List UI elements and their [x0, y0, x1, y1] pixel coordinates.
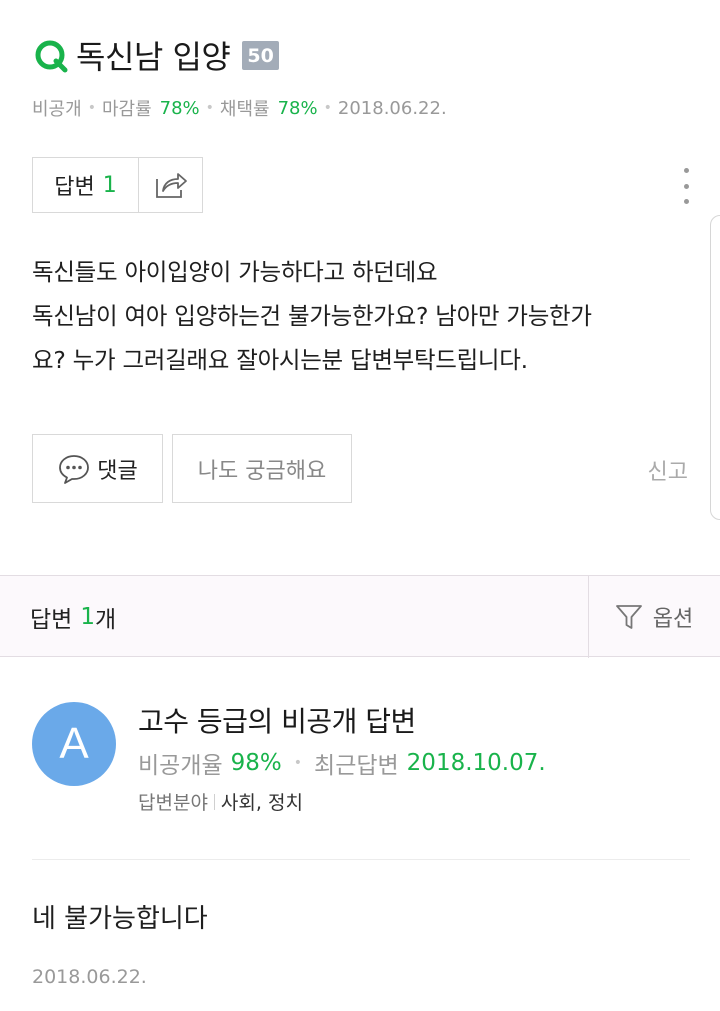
- answers-header-bar: 답변 1 개 옵션: [0, 575, 720, 658]
- close-rate-label: 마감률: [101, 99, 152, 120]
- recent-answer-label: 최근답변: [314, 753, 399, 779]
- comment-icon: [59, 454, 90, 484]
- comment-label: 댓글: [97, 458, 138, 484]
- share-icon: [155, 173, 187, 198]
- answerer-stats: 비공개율 98% • 최근답변 2018.10.07.: [138, 746, 546, 780]
- question-body-line: 독신남이 여아 입양하는건 불가능한가요? 남아만 가능한가: [32, 302, 592, 330]
- answerer-field: 답변분야 사회, 정치: [138, 788, 303, 815]
- option-button[interactable]: 옵션: [588, 576, 720, 658]
- recent-answer-date: 2018.10.07.: [406, 750, 546, 776]
- answers-count: 1: [80, 604, 95, 630]
- meta-separator: •: [205, 100, 214, 116]
- more-icon[interactable]: [682, 168, 690, 204]
- answer-count-button[interactable]: 답변 1: [33, 158, 139, 212]
- share-button[interactable]: [139, 158, 202, 212]
- answer-count-label: 답변: [54, 175, 95, 200]
- question-body-line: 독신들도 아이입양이 가능하다고 하던데요: [32, 258, 438, 286]
- question-meta: 비공개 • 마감률 78% • 채택률 78% • 2018.06.22.: [32, 95, 447, 121]
- divider: [32, 859, 690, 860]
- option-label: 옵션: [652, 607, 694, 632]
- question-title: 독신남 입양: [76, 38, 231, 76]
- question-date: 2018.06.22.: [337, 97, 447, 119]
- adopt-rate-label: 채택률: [219, 99, 270, 120]
- question-header: 독신남 입양 50: [32, 30, 690, 80]
- q-logo-icon: [32, 35, 72, 75]
- private-rate-value: 98%: [230, 750, 282, 776]
- answerer-name[interactable]: 고수 등급의 비공개 답변: [138, 700, 416, 740]
- curious-label: 나도 궁금해요: [197, 458, 327, 484]
- answer-count-box: 답변 1: [32, 157, 203, 213]
- meta-separator: •: [323, 100, 332, 116]
- question-body-line: 요? 누가 그러길래요 잘아시는분 답변부탁드립니다.: [32, 346, 528, 374]
- visibility-label: 비공개: [32, 99, 82, 120]
- scroll-panel-edge: [710, 215, 720, 520]
- avatar: A: [32, 702, 116, 786]
- answers-label: 답변: [30, 607, 73, 633]
- answers-suffix: 개: [94, 607, 117, 633]
- report-link[interactable]: 신고: [648, 454, 688, 486]
- answer-date: 2018.06.22.: [32, 966, 147, 988]
- answer-count-number: 1: [102, 172, 117, 198]
- answers-count-heading: 답변 1 개: [30, 576, 116, 658]
- close-rate-value: 78%: [159, 97, 200, 119]
- points-badge: 50: [242, 40, 279, 70]
- stats-separator: •: [293, 755, 303, 771]
- adopt-rate-value: 78%: [277, 97, 318, 119]
- comment-button[interactable]: 댓글: [32, 434, 163, 503]
- field-separator: [213, 793, 215, 810]
- answer-body: 네 불가능합니다: [32, 904, 208, 934]
- question-body: 독신들도 아이입양이 가능하다고 하던데요 독신남이 여아 입양하는건 불가능한…: [32, 250, 692, 382]
- field-value: 사회, 정치: [220, 792, 303, 814]
- meta-separator: •: [87, 100, 96, 116]
- field-label: 답변분야: [138, 792, 208, 814]
- private-rate-label: 비공개율: [138, 753, 223, 779]
- filter-icon: [615, 605, 642, 629]
- curious-button[interactable]: 나도 궁금해요: [172, 434, 352, 503]
